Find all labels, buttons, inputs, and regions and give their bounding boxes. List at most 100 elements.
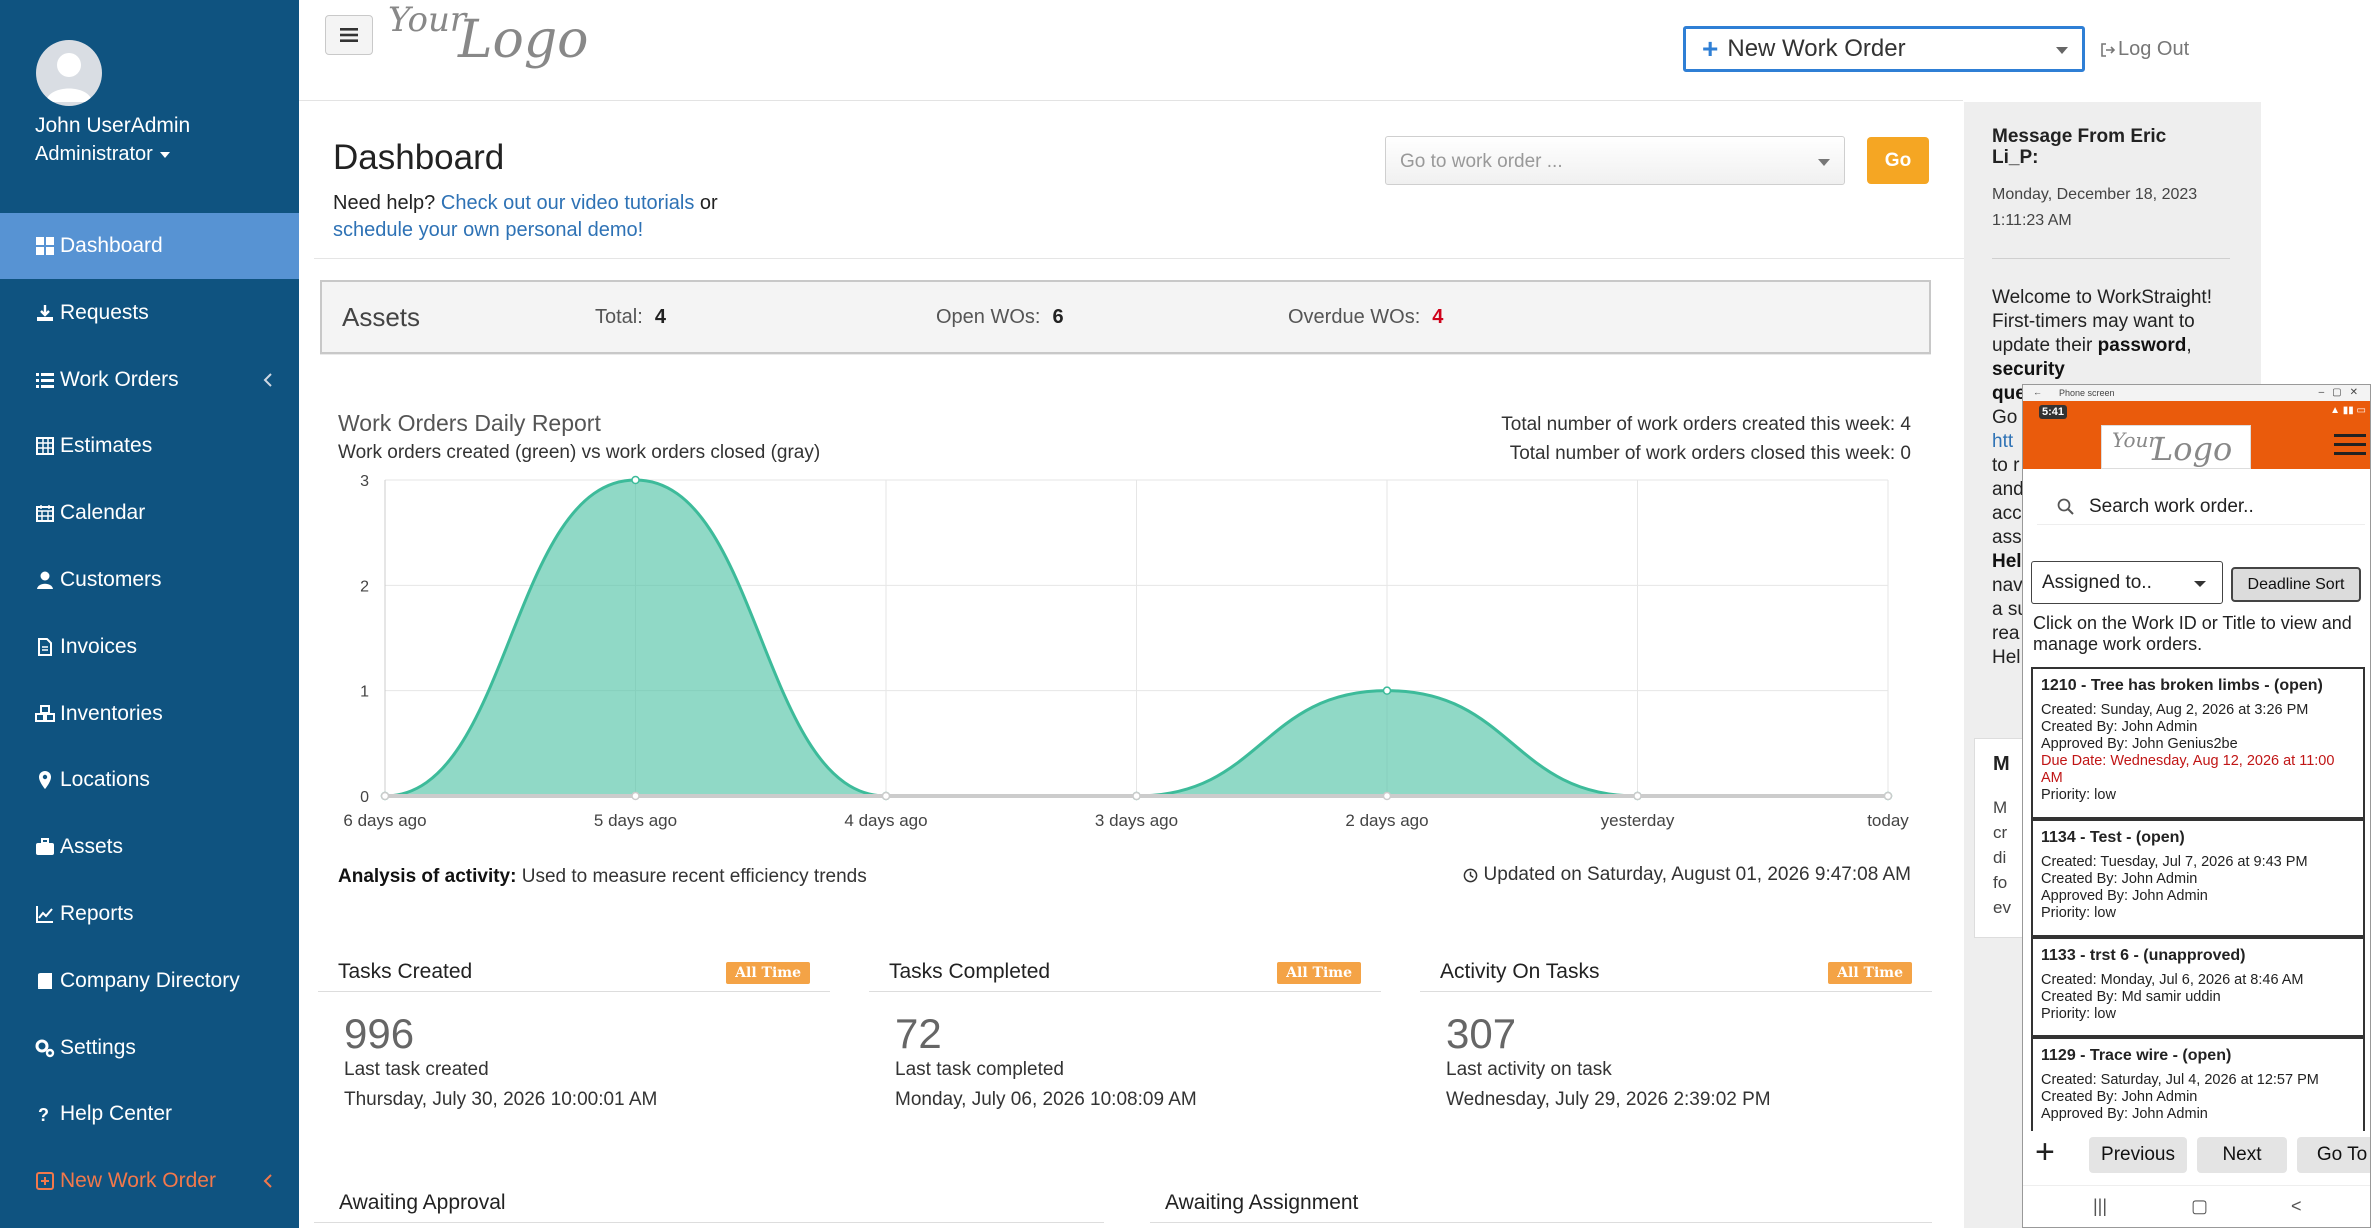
download-icon <box>35 303 55 323</box>
card-subtitle: Last task completed <box>895 1059 1064 1080</box>
deadline-sort-button[interactable]: Deadline Sort <box>2231 567 2361 602</box>
work-order-card[interactable]: 1134 - Test - (open) Created: Tuesday, Ju… <box>2031 819 2365 937</box>
x-tick-label: 5 days ago <box>594 811 677 830</box>
work-order-title[interactable]: 1129 - Trace wire - (open) <box>2041 1047 2355 1064</box>
sidebar-item-new-work-order[interactable]: New Work Order <box>0 1148 299 1214</box>
grid-icon <box>35 236 55 256</box>
sidebar-item-calendar[interactable]: Calendar <box>0 480 299 546</box>
divider <box>869 991 1381 992</box>
work-order-title[interactable]: 1133 - trst 6 - (unapproved) <box>2041 947 2355 964</box>
sidebar-item-assets[interactable]: Assets <box>0 814 299 880</box>
work-order-detail: Created By: Md samir uddin <box>2041 989 2221 1005</box>
message-date-line: Monday, December 18, 2023 <box>1992 186 2198 203</box>
go-to-button[interactable]: Go To <box>2297 1137 2370 1173</box>
logo-text-logo: Logo <box>2152 430 2233 468</box>
hamburger-menu-button[interactable] <box>325 15 373 55</box>
help-text: Need help? Check out our video tutorials… <box>333 190 853 244</box>
help-or: or <box>699 192 718 214</box>
message-bold-password: password <box>2097 335 2187 356</box>
sidebar-item-inventories[interactable]: Inventories <box>0 681 299 747</box>
assets-total: Total: 4 <box>595 306 666 329</box>
analysis-description: Used to measure recent efficiency trends <box>521 866 867 887</box>
video-tutorials-link[interactable]: Check out our video tutorials <box>441 192 694 214</box>
work-order-title[interactable]: 1134 - Test - (open) <box>2041 829 2355 846</box>
work-order-card[interactable]: 1210 - Tree has broken limbs - (open) Cre… <box>2031 667 2365 819</box>
sidebar-item-label: Customers <box>60 568 162 591</box>
user-name: John UserAdmin <box>35 114 191 137</box>
phone-screen-window[interactable]: ← Phone screen –▢✕ 5:41 ▲ ▮▮ ▭ Your Logo… <box>2022 384 2371 1228</box>
sidebar-item-label: Reports <box>60 902 134 925</box>
phone-clock: 5:41 <box>2039 405 2068 419</box>
calendar-icon <box>35 503 55 523</box>
svg-text:?: ? <box>38 1105 49 1124</box>
divider <box>1992 258 2230 259</box>
message-bold-security: security <box>1992 359 2065 380</box>
phone-window-titlebar[interactable]: ← Phone screen –▢✕ <box>2023 385 2370 401</box>
user-role-dropdown[interactable]: Administrator <box>35 143 170 166</box>
message-link-fragment[interactable]: htt <box>1992 431 2013 452</box>
sidebar-item-estimates[interactable]: Estimates <box>0 413 299 479</box>
sidebar-item-label: Dashboard <box>60 234 163 257</box>
work-orders-daily-chart: 0 1 2 3 6 days ago 5 days ago 4 days ago 3 days… <box>343 473 1909 830</box>
window-controls[interactable]: –▢✕ <box>2319 387 2366 398</box>
y-tick-label: 2 <box>360 578 369 595</box>
work-order-detail: Created By: John Admin <box>2041 719 2198 735</box>
all-time-badge[interactable]: All Time <box>726 962 810 984</box>
sidebar-item-invoices[interactable]: Invoices <box>0 614 299 680</box>
message-fragment: cr <box>1993 823 2008 842</box>
new-work-order-dropdown[interactable]: + New Work Order <box>1683 26 2085 72</box>
hamburger-icon[interactable] <box>2334 433 2366 457</box>
all-time-badge[interactable]: All Time <box>1828 962 1912 984</box>
assets-summary: Assets Total: 4 Open WOs: 6 Overdue WOs: 4 <box>320 280 1931 354</box>
sidebar-item-requests[interactable]: Requests <box>0 280 299 346</box>
back-icon[interactable]: < <box>2291 1196 2302 1217</box>
sidebar-item-label: Help Center <box>60 1102 173 1126</box>
sidebar-item-label: Invoices <box>60 634 138 658</box>
sidebar-item-reports[interactable]: Reports <box>0 881 299 947</box>
goto-work-order-select[interactable]: Go to work order ... <box>1385 136 1845 185</box>
phone-search-input[interactable]: Search work order.. <box>2037 489 2365 525</box>
work-order-detail: Approved By: John Admin <box>2041 1106 2208 1122</box>
work-order-list[interactable]: 1210 - Tree has broken limbs - (open) Cre… <box>2031 667 2365 1131</box>
home-icon[interactable]: ▢ <box>2191 1196 2208 1217</box>
go-button[interactable]: Go <box>1867 137 1929 184</box>
personal-demo-link[interactable]: schedule your own personal demo! <box>333 219 643 241</box>
avatar[interactable] <box>36 40 102 106</box>
sidebar-item-label: Requests <box>60 300 149 324</box>
sidebar-item-locations[interactable]: Locations <box>0 747 299 813</box>
x-tick-label: 3 days ago <box>1095 811 1178 830</box>
card-title: Tasks Completed <box>889 960 1051 983</box>
android-nav-bar: ||| ▢ < <box>2023 1185 2370 1227</box>
previous-button[interactable]: Previous <box>2089 1137 2187 1173</box>
logout-label: Log Out <box>2118 38 2190 60</box>
next-button[interactable]: Next <box>2197 1137 2287 1173</box>
sidebar-item-settings[interactable]: Settings <box>0 1015 299 1081</box>
sidebar-item-label: Work Orders <box>60 367 179 391</box>
assigned-to-label: Assigned to.. <box>2042 572 2152 593</box>
recent-apps-icon[interactable]: ||| <box>2093 1196 2107 1217</box>
work-order-card[interactable]: 1129 - Trace wire - (open) Created: Satur… <box>2031 1037 2365 1131</box>
phone-hint-text: Click on the Work ID or Title to view an… <box>2033 613 2352 654</box>
work-order-detail: Approved By: John Genius2be <box>2041 736 2238 752</box>
sidebar-item-label: Inventories <box>60 701 163 725</box>
sidebar-item-help-center[interactable]: ? Help Center <box>0 1081 299 1147</box>
data-point-closed <box>631 791 640 801</box>
sidebar-item-company-directory[interactable]: Company Directory <box>0 948 299 1014</box>
add-work-order-plus-icon[interactable]: + <box>2035 1133 2055 1172</box>
back-arrow-icon[interactable]: ← <box>2033 387 2042 397</box>
sidebar-item-customers[interactable]: Customers <box>0 547 299 613</box>
user-role-label: Administrator <box>35 143 153 165</box>
message-fragment: Go <box>1992 407 2018 428</box>
work-order-card[interactable]: 1133 - trst 6 - (unapproved) Created: Mon… <box>2031 937 2365 1037</box>
logout-link[interactable]: Log Out <box>2100 38 2189 61</box>
sidebar-item-dashboard[interactable]: Dashboard <box>0 213 299 279</box>
all-time-badge[interactable]: All Time <box>1277 962 1361 984</box>
assigned-to-select[interactable]: Assigned to.. <box>2031 561 2223 604</box>
sidebar-item-work-orders[interactable]: Work Orders <box>0 347 299 413</box>
data-point-closed <box>380 791 390 801</box>
list-icon <box>35 370 55 390</box>
user-icon <box>35 570 55 590</box>
header-divider <box>299 100 1963 101</box>
x-tick-label: 6 days ago <box>343 811 426 830</box>
work-order-title[interactable]: 1210 - Tree has broken limbs - (open) <box>2041 677 2355 694</box>
